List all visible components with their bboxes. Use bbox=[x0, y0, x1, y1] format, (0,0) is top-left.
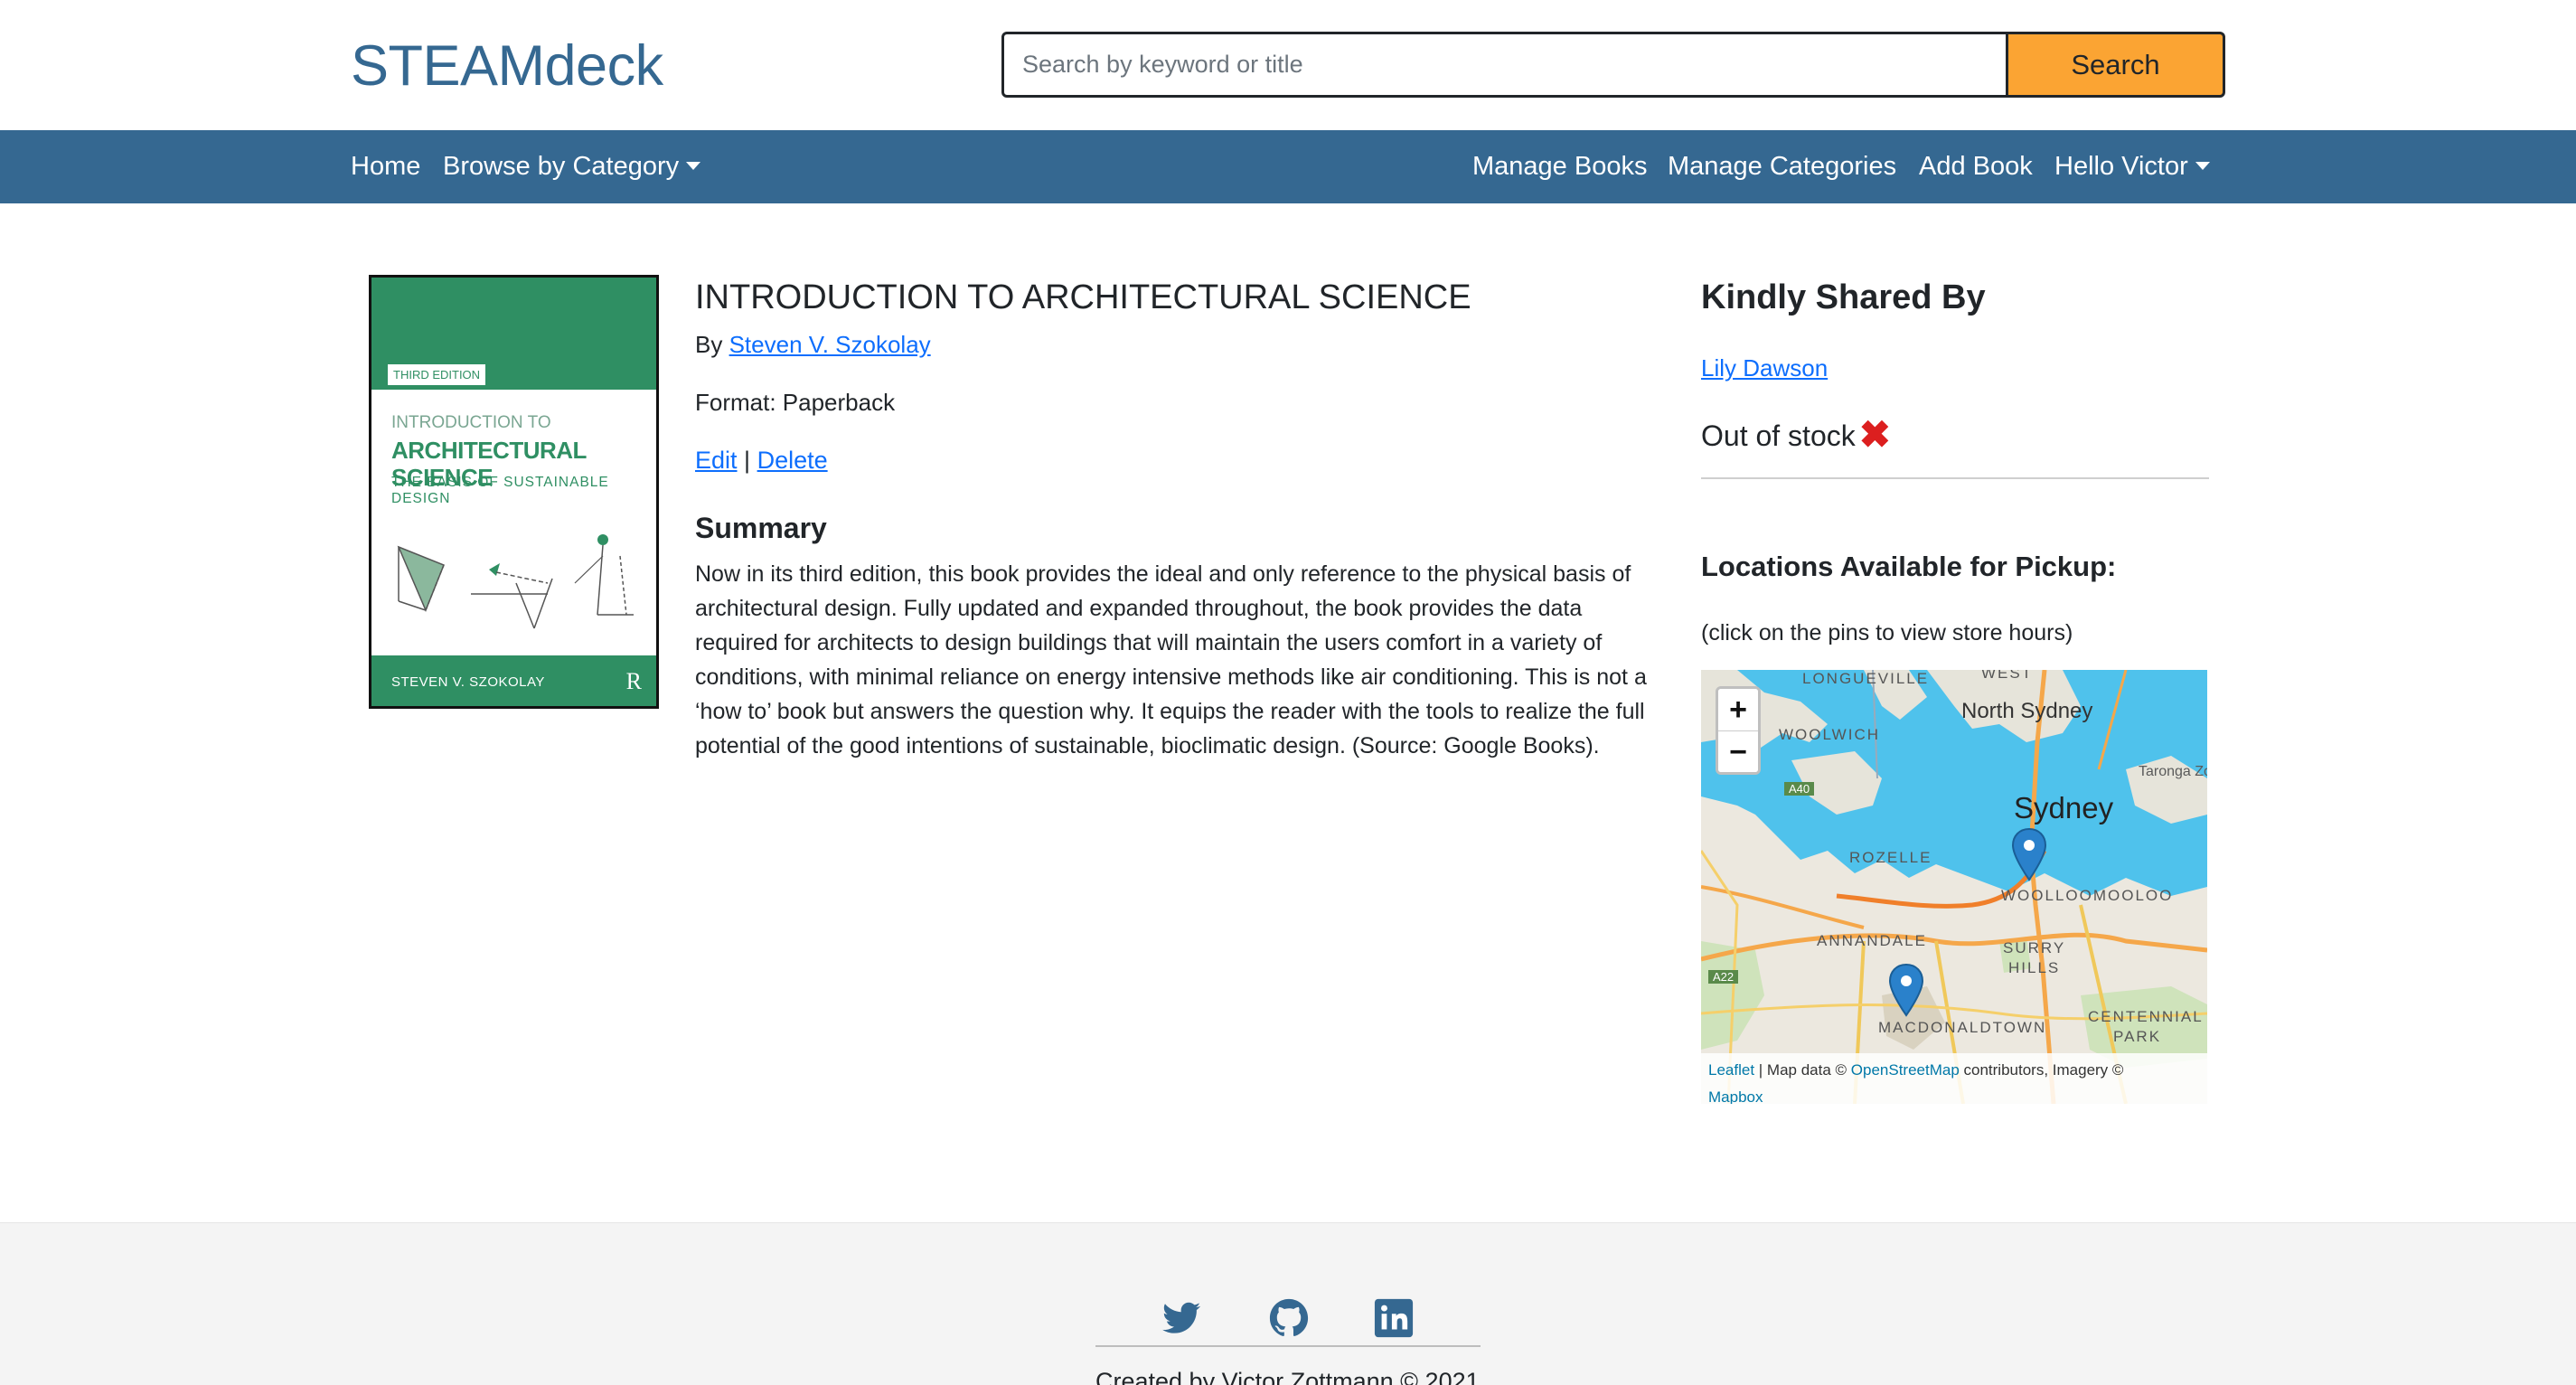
map-label-sydney: Sydney bbox=[2014, 791, 2114, 824]
book-format: Format: Paperback bbox=[695, 389, 896, 416]
cover-edition: THIRD EDITION bbox=[388, 364, 486, 385]
locations-note: (click on the pins to view store hours) bbox=[1701, 620, 2073, 645]
book-title: INTRODUCTION TO ARCHITECTURAL SCIENCE bbox=[695, 278, 1471, 316]
stock-status-label: Out of stock bbox=[1701, 419, 1856, 452]
nav-browse-by-category-label: Browse by Category bbox=[443, 152, 680, 181]
map-label-park: PARK bbox=[2113, 1028, 2162, 1045]
actions-separator: | bbox=[744, 447, 751, 474]
search-button[interactable]: Search bbox=[2008, 32, 2225, 98]
zoom-in-button[interactable]: + bbox=[1718, 689, 1758, 730]
osm-link[interactable]: OpenStreetMap bbox=[1851, 1061, 1960, 1079]
map-label-west: WEST bbox=[1981, 670, 2034, 682]
map-label-woolwich: WOOLWICH bbox=[1779, 726, 1881, 743]
github-icon[interactable] bbox=[1268, 1297, 1310, 1339]
delete-link[interactable]: Delete bbox=[757, 447, 828, 474]
attribution-sep: | Map data © bbox=[1754, 1061, 1851, 1079]
stock-status: Out of stock✖ bbox=[1701, 416, 1891, 455]
attribution-mid: contributors, Imagery © bbox=[1959, 1061, 2124, 1079]
nav-browse-by-category[interactable]: Browse by Category bbox=[443, 130, 701, 203]
nav-manage-categories[interactable]: Manage Categories bbox=[1668, 130, 1896, 203]
byline-prefix: By bbox=[695, 331, 723, 358]
cover-author: STEVEN V. SZOKOLAY bbox=[391, 674, 545, 690]
nav-manage-books[interactable]: Manage Books bbox=[1472, 130, 1647, 203]
book-byline: By Steven V. Szokolay bbox=[695, 330, 931, 359]
edit-link[interactable]: Edit bbox=[695, 447, 738, 474]
book-cover: THIRD EDITION INTRODUCTION TO ARCHITECTU… bbox=[369, 275, 659, 709]
shared-by-heading: Kindly Shared By bbox=[1701, 278, 1986, 316]
linkedin-icon[interactable] bbox=[1373, 1297, 1415, 1339]
brand-logo[interactable]: STEAMdeck bbox=[351, 33, 663, 99]
locations-heading: Locations Available for Pickup: bbox=[1701, 551, 2117, 582]
nav-add-book[interactable]: Add Book bbox=[1919, 130, 2033, 203]
page-footer: Created by Victor Zottmann © 2021 bbox=[0, 1222, 2576, 1385]
map-label-annandale: ANNANDALE bbox=[1817, 932, 1927, 949]
map-pin-icon[interactable] bbox=[1887, 963, 1925, 1017]
map-label-a40: A40 bbox=[1784, 782, 1815, 796]
search-input[interactable] bbox=[1001, 32, 2008, 98]
map-attribution: Leaflet | Map data © OpenStreetMap contr… bbox=[1701, 1053, 2207, 1104]
map-label-surry: SURRY bbox=[2003, 939, 2066, 956]
sharer-wrap: Lily Dawson bbox=[1701, 353, 1828, 382]
summary-text: Now in its third edition, this book prov… bbox=[695, 561, 1647, 758]
footer-divider bbox=[1095, 1345, 1481, 1347]
sharer-link[interactable]: Lily Dawson bbox=[1701, 354, 1828, 382]
section-divider bbox=[1701, 477, 2209, 479]
nav-user-menu-label: Hello Victor bbox=[2054, 152, 2188, 181]
map-label-north-sydney: North Sydney bbox=[1961, 699, 2093, 723]
map-label-hills: HILLS bbox=[2008, 959, 2061, 976]
map-label-macdonaldtown: MACDONALDTOWN bbox=[1878, 1019, 2047, 1036]
author-link[interactable]: Steven V. Szokolay bbox=[729, 331, 931, 358]
map-label-taronga: Taronga Zo bbox=[2139, 764, 2207, 779]
map-label-a22: A22 bbox=[1708, 970, 1739, 984]
cover-illustration bbox=[397, 534, 634, 629]
footer-credits: Created by Victor Zottmann © 2021 bbox=[1095, 1368, 1480, 1385]
map-zoom-control: + − bbox=[1716, 686, 1761, 775]
cover-intro: INTRODUCTION TO bbox=[391, 413, 551, 432]
search-form: Search bbox=[1001, 32, 2225, 98]
zoom-out-button[interactable]: − bbox=[1718, 730, 1758, 772]
leaflet-link[interactable]: Leaflet bbox=[1708, 1061, 1754, 1079]
summary-heading: Summary bbox=[695, 512, 827, 544]
map-pin-icon[interactable] bbox=[2010, 827, 2048, 881]
publisher-logo: R bbox=[625, 668, 642, 694]
mapbox-link[interactable]: Mapbox bbox=[1708, 1088, 1763, 1104]
map-label-woolloomooloo: WOOLLOOMOOLOO bbox=[2001, 887, 2174, 904]
map-label-rozelle: ROZELLE bbox=[1849, 849, 1932, 866]
cross-mark-icon: ✖ bbox=[1858, 413, 1891, 456]
nav-home[interactable]: Home bbox=[351, 130, 420, 203]
pickup-map[interactable]: + − LONGUEVILLE WEST North Sydney WOOLWI… bbox=[1701, 670, 2207, 1104]
nav-user-menu[interactable]: Hello Victor bbox=[2054, 130, 2210, 203]
cover-subtitle: THE BASIS OF SUSTAINABLE DESIGN bbox=[391, 475, 609, 506]
book-actions: Edit | Delete bbox=[695, 446, 828, 475]
map-label-longueville: LONGUEVILLE bbox=[1802, 670, 1930, 687]
main-navbar: Home Browse by Category Manage Books Man… bbox=[0, 130, 2576, 203]
map-label-centennial: CENTENNIAL bbox=[2088, 1008, 2204, 1025]
chevron-down-icon bbox=[686, 162, 701, 170]
chevron-down-icon bbox=[2195, 162, 2210, 170]
twitter-icon[interactable] bbox=[1161, 1297, 1202, 1339]
